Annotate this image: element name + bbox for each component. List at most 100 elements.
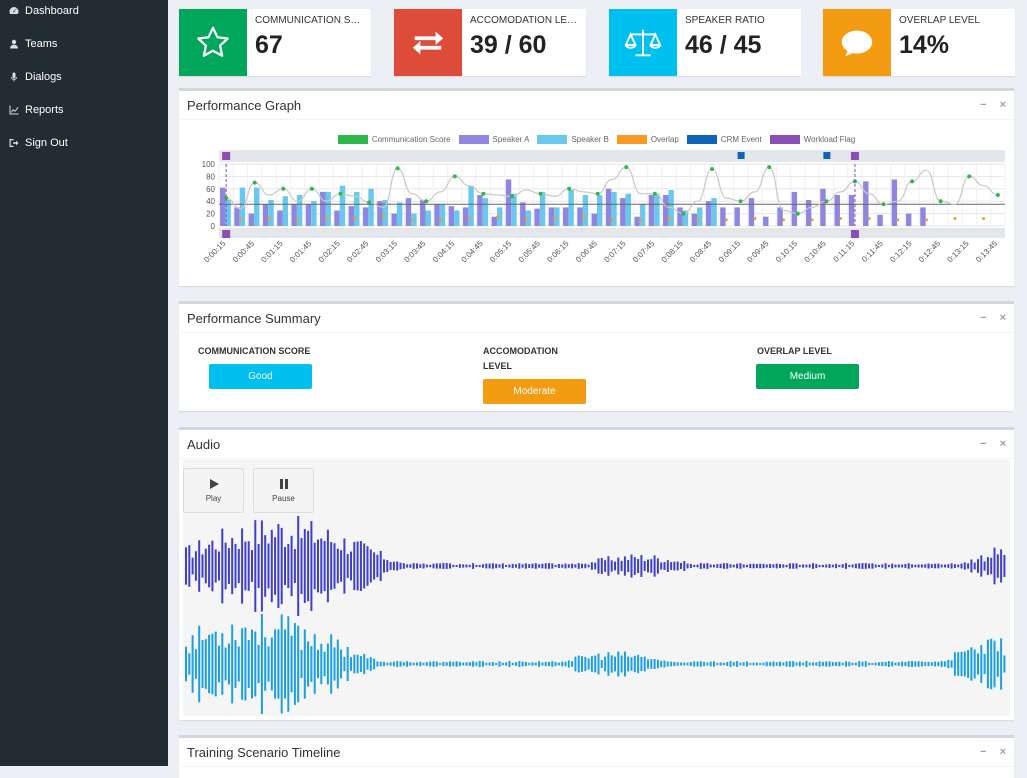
legend-swatch (537, 135, 568, 144)
bar-speaker-a (691, 213, 698, 226)
box-title: Performance Graph (187, 98, 302, 113)
pause-button[interactable]: Pause (253, 468, 314, 513)
sidebar-item-dashboard[interactable]: Dashboard (0, 0, 168, 27)
legend-item[interactable]: Communication Score (337, 135, 451, 144)
speaker-b-waveform[interactable] (183, 614, 1010, 714)
communication-score-point (738, 199, 743, 204)
accomodation-level-badge[interactable]: Moderate (483, 379, 586, 404)
bar-speaker-a (234, 207, 240, 226)
legend-item[interactable]: Overlap (616, 135, 679, 144)
close-button[interactable]: × (1000, 438, 1006, 450)
legend-swatch (337, 135, 368, 144)
microphone-icon (8, 71, 20, 83)
y-tick-label: 60 (206, 185, 215, 194)
legend-item[interactable]: Speaker B (537, 135, 609, 144)
minimize-button[interactable]: − (980, 99, 986, 111)
stat-value: 46 / 45 (685, 31, 762, 59)
audio-box: Audio − × Play Pause (179, 427, 1014, 720)
workload-flag-marker (850, 152, 859, 160)
play-icon (209, 479, 219, 489)
performance-chart: 0 20 40 60 80 100 0:00:15 0:00:45 0:01:15 0:01:45… (202, 150, 1006, 265)
legend-item[interactable]: CRM Event (686, 135, 762, 144)
bar-speaker-a (848, 195, 855, 226)
play-button[interactable]: Play (183, 468, 244, 513)
main-content: COMMUNICATION SCORE 67 ACCOMODATION LEVE… (168, 0, 1027, 778)
bar-speaker-b (454, 210, 460, 226)
bar-speaker-a (591, 213, 597, 226)
x-tick-label: 0:05:15 (488, 239, 514, 265)
legend-label: Speaker B (571, 135, 609, 144)
sidebar-item-reports[interactable]: Reports (0, 93, 168, 126)
overlap-point (439, 218, 443, 222)
minimize-button[interactable]: − (980, 746, 986, 758)
legend-item[interactable]: Workload Flag (769, 135, 855, 144)
communication-score-point (538, 191, 543, 196)
close-button[interactable]: × (1000, 312, 1006, 324)
bar-speaker-b (554, 207, 560, 226)
stat-value: 14% (899, 31, 950, 59)
y-tick-label: 0 (211, 222, 216, 231)
communication-score-badge[interactable]: Good (209, 364, 312, 389)
x-tick-label: 0:08:45 (688, 239, 714, 265)
y-tick-label: 40 (206, 197, 215, 206)
communication-score-point (938, 199, 943, 204)
overlap-point (667, 217, 671, 221)
speaker-a-waveform[interactable] (183, 516, 1010, 616)
communication-score-point (967, 174, 972, 179)
bar-speaker-b (711, 198, 717, 226)
pause-label: Pause (272, 494, 295, 503)
box-header: Training Scenario Timeline − × (179, 738, 1014, 767)
bar-speaker-a (705, 201, 712, 226)
communication-score-point (424, 199, 429, 204)
bar-speaker-a (377, 201, 383, 226)
bar-speaker-a (663, 195, 669, 226)
overlap-point (953, 217, 957, 221)
legend-item[interactable]: Speaker A (458, 135, 529, 144)
close-button[interactable]: × (1000, 746, 1006, 758)
summary-label-line: LEVEL (483, 361, 513, 371)
x-tick-label: 0:06:15 (545, 239, 571, 265)
star-icon (179, 9, 247, 76)
bar-speaker-a (477, 195, 483, 226)
sidebar-item-teams[interactable]: Teams (0, 27, 168, 60)
communication-score-point (767, 165, 772, 170)
sidebar-item-dialogs[interactable]: Dialogs (0, 60, 168, 93)
overlap-point (753, 217, 757, 221)
communication-score-point (995, 193, 1000, 197)
bar-speaker-a (520, 202, 526, 226)
bar-speaker-b (639, 204, 646, 226)
bar-speaker-a (577, 207, 583, 226)
bar-speaker-b (368, 188, 374, 226)
bar-speaker-a (634, 216, 640, 226)
bar-speaker-b (568, 190, 574, 226)
x-tick-label: 0:05:45 (517, 239, 543, 265)
close-button[interactable]: × (1000, 99, 1006, 111)
bar-speaker-b (425, 210, 431, 226)
bar-speaker-a (548, 207, 555, 226)
bar-speaker-a (834, 195, 840, 226)
communication-score-point (395, 166, 400, 171)
communication-score-point (881, 202, 886, 207)
x-tick-label: 0:09:45 (745, 239, 771, 265)
event-band-top (219, 150, 1005, 162)
overlap-point (581, 215, 585, 219)
minimize-button[interactable]: − (980, 312, 986, 324)
communication-score-point (595, 191, 600, 196)
bar-speaker-b (325, 191, 331, 226)
bar-speaker-a (220, 187, 226, 226)
legend-label: Communication Score (371, 135, 451, 144)
stat-label: COMMUNICATION SCORE (255, 15, 367, 26)
x-tick-label: 0:02:15 (317, 239, 343, 265)
sidebar-item-label: Sign Out (25, 136, 68, 149)
bar-speaker-a (891, 179, 898, 226)
overlap-level-badge[interactable]: Medium (756, 364, 859, 389)
box-header: Audio − × (179, 430, 1014, 459)
stat-label: ACCOMODATION LEVEL (470, 15, 582, 26)
x-tick-label: 0:02:45 (345, 239, 371, 265)
bar-speaker-b (396, 202, 403, 226)
bar-speaker-a (877, 214, 883, 226)
minimize-button[interactable]: − (980, 438, 986, 450)
sidebar-item-sign-out[interactable]: Sign Out (0, 126, 168, 159)
summary-label-communication: COMMUNICATION SCORE (198, 346, 311, 356)
box-title: Training Scenario Timeline (187, 745, 341, 760)
